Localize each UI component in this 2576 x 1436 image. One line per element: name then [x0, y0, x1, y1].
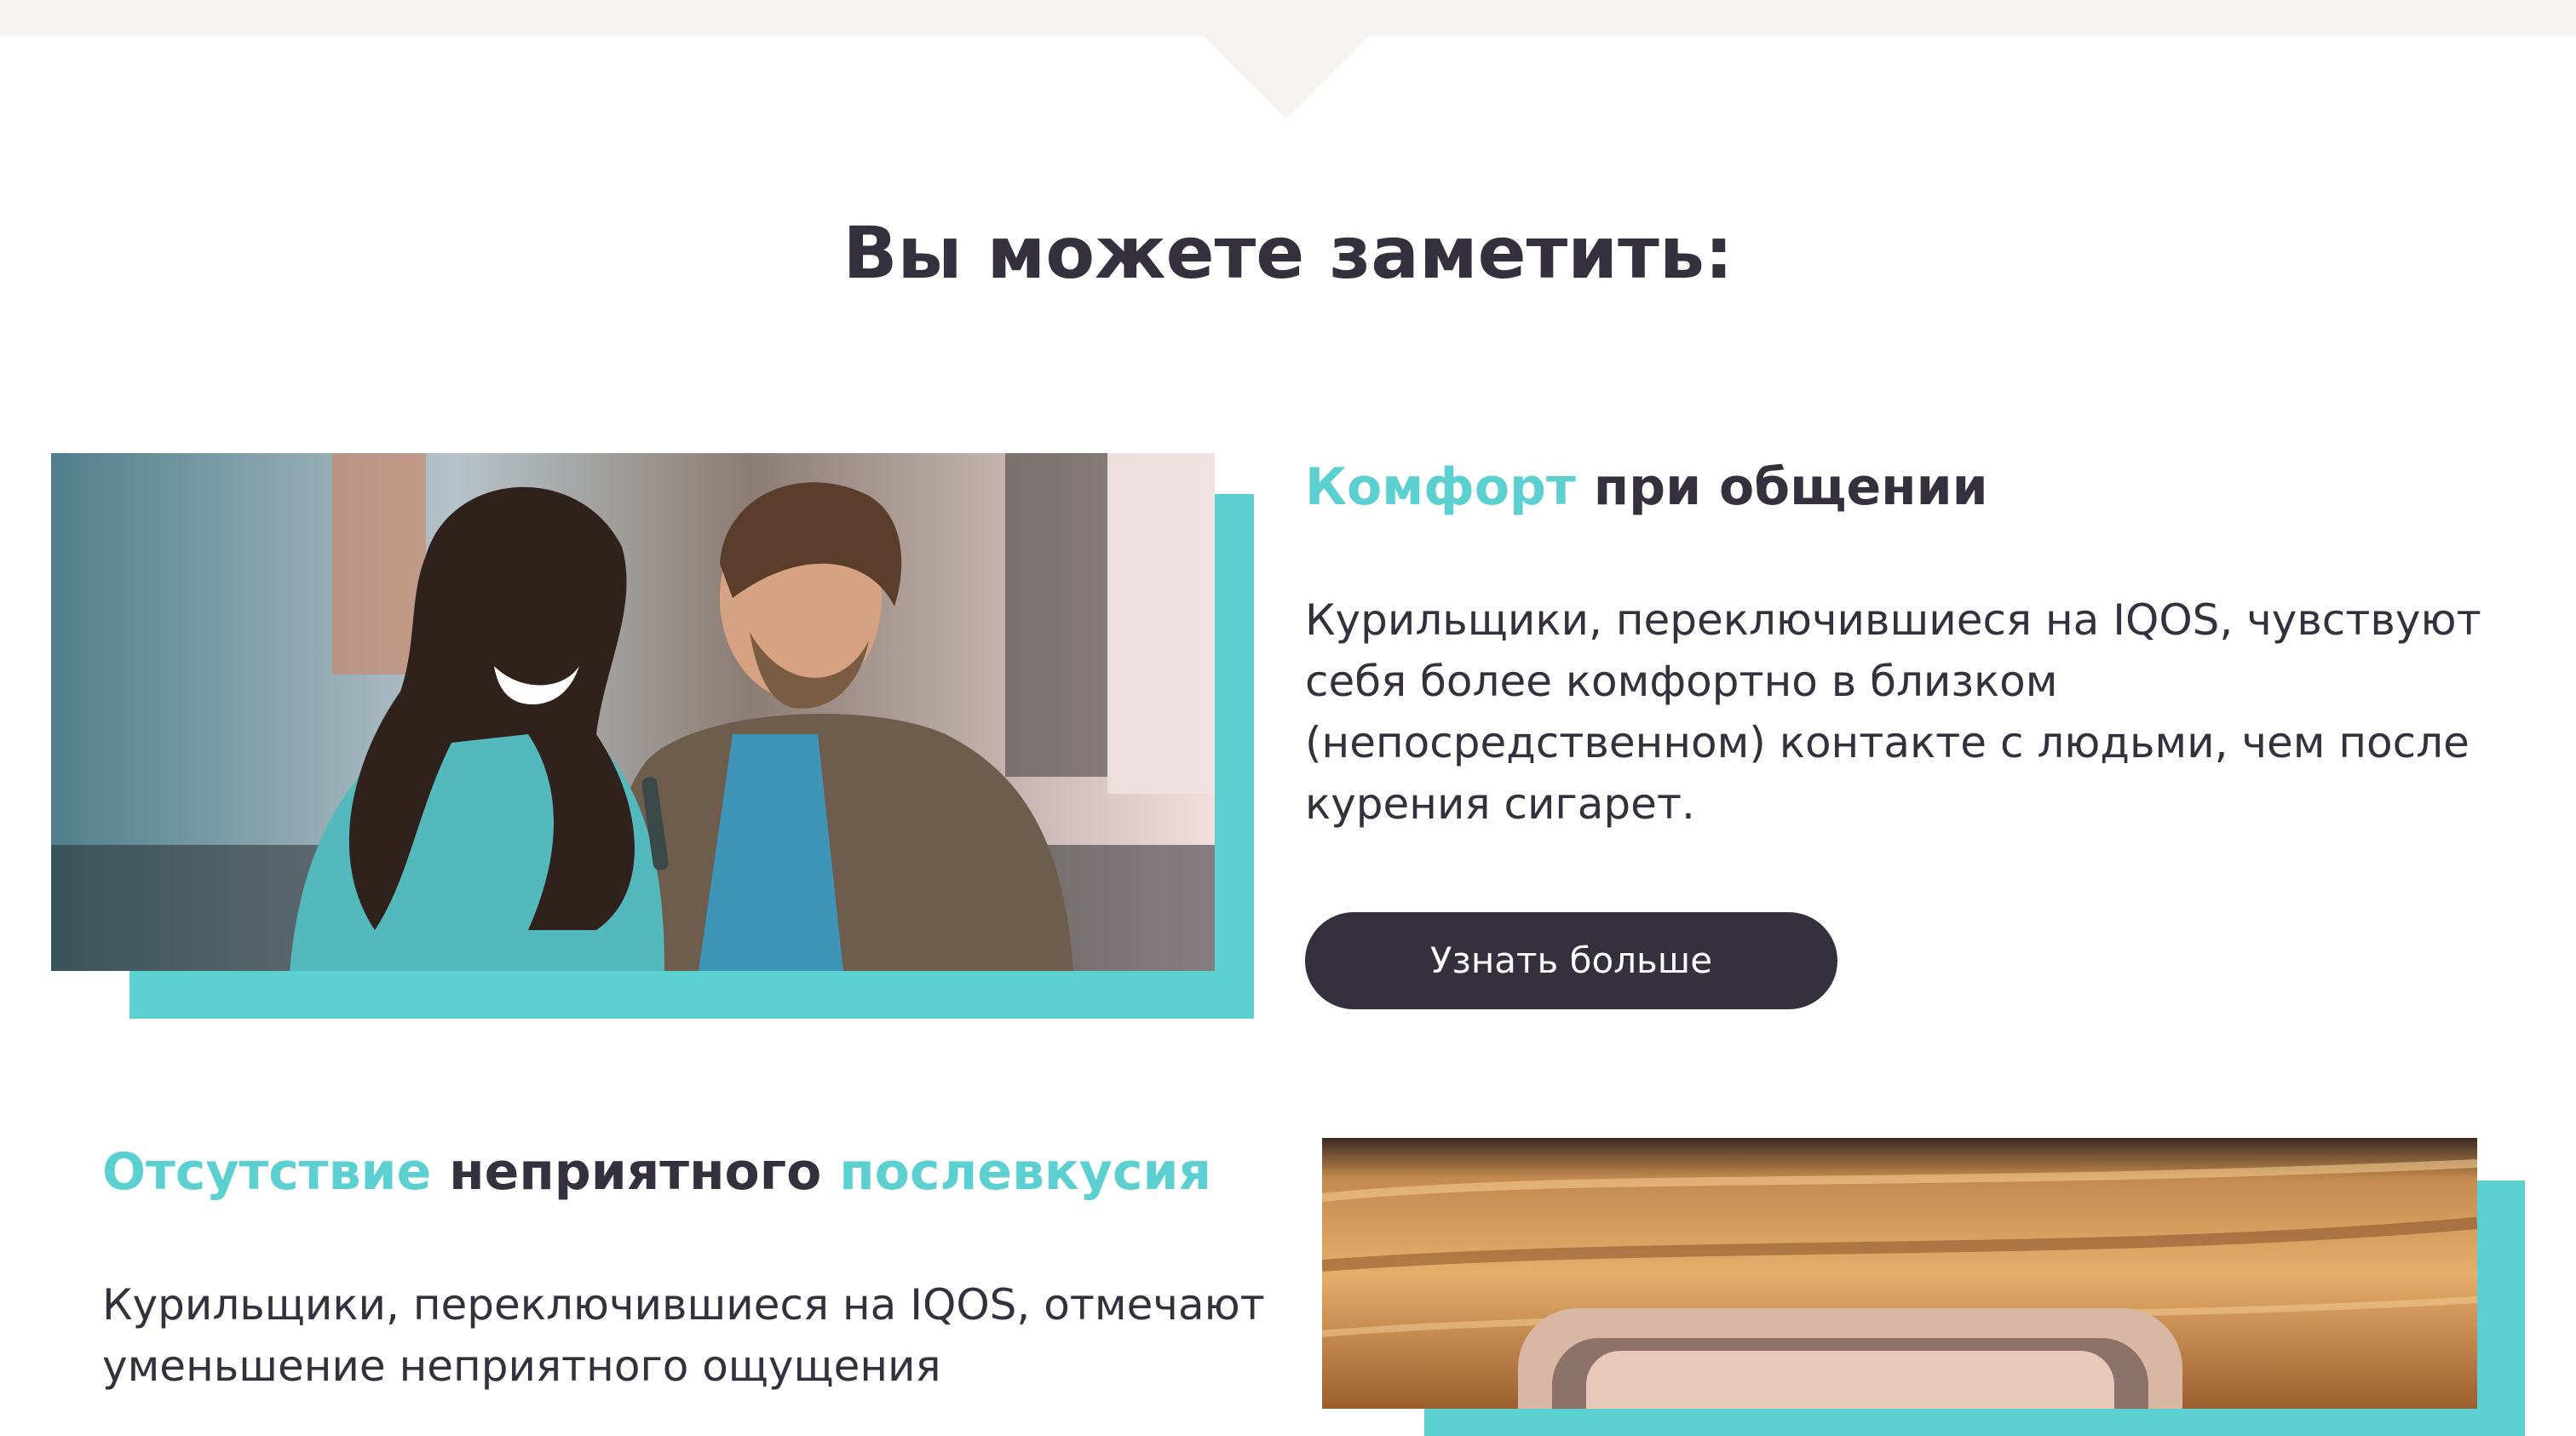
feature1-body: Курильщики, переключившиеся на IQOS, чув…: [1305, 595, 2481, 829]
feature1-heading-accent: Комфорт: [1305, 457, 1576, 517]
feature1-heading-rest: при общении: [1593, 457, 1988, 517]
feature2-body: Курильщики, переключившиеся на IQOS, отм…: [102, 1280, 1265, 1391]
section-title: Вы можете заметить:: [842, 211, 1734, 295]
feature2-heading-part3: послевкусия: [839, 1142, 1212, 1202]
feature1-heading: Комфорт при общении: [1305, 453, 1988, 521]
feature1-photo: [51, 453, 1215, 971]
feature2-heading-part1: Отсутствие: [102, 1142, 432, 1202]
learn-more-button[interactable]: Узнать больше: [1305, 912, 1837, 1009]
feature2-heading: Отсутствие неприятного послевкусия: [102, 1138, 1211, 1206]
feature2-photo: [1322, 1138, 2477, 1409]
feature2-heading-part2: неприятного: [449, 1142, 822, 1202]
top-band: [0, 0, 2576, 36]
section-notch: [1201, 34, 1371, 119]
